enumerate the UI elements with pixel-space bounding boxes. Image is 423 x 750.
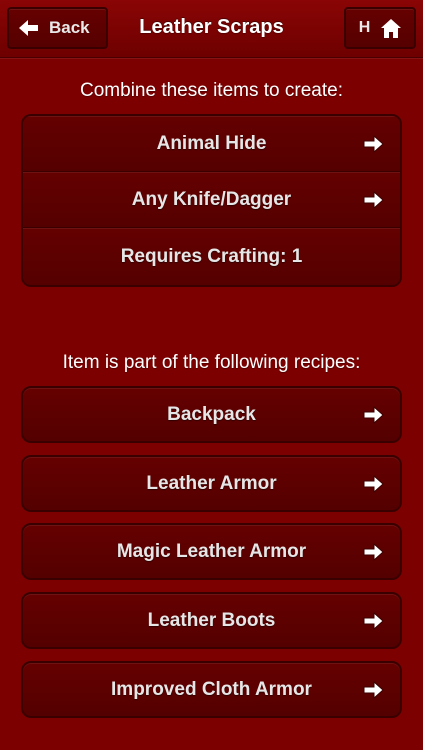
recipes-heading: Item is part of the following recipes: [62, 352, 361, 373]
recipe-leather-armor[interactable]: Leather Armor [21, 455, 402, 512]
combine-heading: Combine these items to create: [80, 80, 343, 101]
ingredient-row[interactable]: Animal Hide [23, 116, 400, 172]
left-arrow-icon [19, 20, 38, 36]
right-arrow-icon [363, 680, 384, 699]
home-button-label: H [358, 19, 371, 36]
recipe-backpack[interactable]: Backpack [21, 386, 402, 443]
right-arrow-icon [363, 611, 384, 630]
page-title: Leather Scraps [139, 16, 284, 38]
recipe-label: Leather Armor [146, 472, 277, 494]
navigation-bar: Back Leather Scraps H [0, 0, 423, 58]
right-arrow-icon [363, 542, 384, 561]
right-arrow-icon [363, 134, 384, 153]
requirement-row: Requires Crafting: 1 [23, 228, 400, 285]
back-button[interactable]: Back [7, 7, 108, 49]
ingredient-row[interactable]: Any Knife/Dagger [23, 172, 400, 228]
right-arrow-icon [363, 190, 384, 209]
ingredient-label: Animal Hide [156, 132, 267, 154]
requirement-label: Requires Crafting: 1 [120, 245, 303, 267]
home-button[interactable]: H [344, 7, 416, 49]
ingredients-group: Animal Hide Any Knife/Dagger Requires Cr… [21, 114, 402, 287]
recipe-leather-boots[interactable]: Leather Boots [21, 592, 402, 649]
right-arrow-icon [363, 405, 384, 424]
recipe-label: Leather Boots [147, 609, 276, 631]
recipe-label: Backpack [167, 403, 256, 425]
recipe-magic-leather-armor[interactable]: Magic Leather Armor [21, 523, 402, 580]
recipe-label: Improved Cloth Armor [111, 678, 312, 700]
right-arrow-icon [363, 474, 384, 493]
recipe-label: Magic Leather Armor [116, 540, 307, 562]
back-button-label: Back [49, 18, 90, 37]
home-icon [381, 18, 402, 38]
ingredient-label: Any Knife/Dagger [131, 188, 292, 210]
recipe-improved-cloth-armor[interactable]: Improved Cloth Armor [21, 661, 402, 718]
